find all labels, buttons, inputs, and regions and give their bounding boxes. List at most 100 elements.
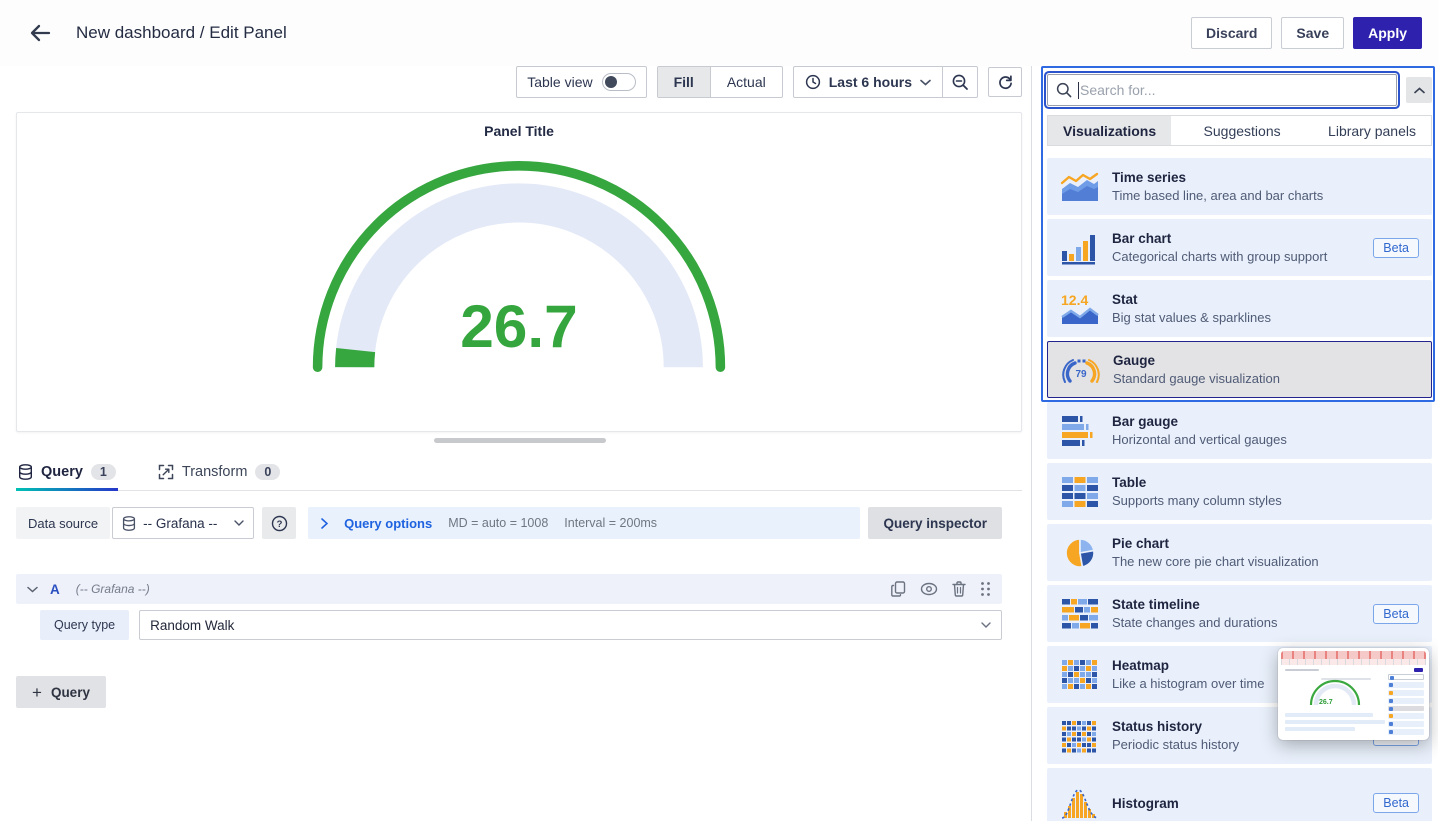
- viz-item-title: Gauge: [1113, 353, 1280, 368]
- viz-item-description: Periodic status history: [1112, 737, 1239, 752]
- datasource-help-button[interactable]: ?: [262, 507, 296, 539]
- viz-item-description: Standard gauge visualization: [1113, 371, 1280, 386]
- visualization-picker-sidebar: Visualizations Suggestions Library panel…: [1031, 66, 1438, 821]
- query-type-value: Random Walk: [150, 618, 234, 633]
- tab-visualizations[interactable]: Visualizations: [1048, 116, 1171, 145]
- chevron-down-icon: [981, 622, 991, 628]
- duplicate-query-icon[interactable]: [891, 581, 906, 597]
- query-options-label: Query options: [344, 516, 432, 531]
- toggle-knob: [605, 76, 617, 88]
- mini-list-row: [1388, 713, 1424, 719]
- mini-apply-button: [1414, 668, 1423, 672]
- arrow-left-icon: [29, 24, 51, 42]
- query-options-bar[interactable]: Query options MD = auto = 1008 Interval …: [308, 507, 860, 539]
- database-icon: [122, 516, 136, 531]
- gauge-visualization: 26.7: [307, 155, 731, 377]
- mini-browser-tabstrip: [1281, 651, 1426, 659]
- mini-list-row: [1388, 698, 1424, 704]
- question-circle-icon: ?: [271, 515, 288, 532]
- time-series-icon: [1060, 170, 1100, 204]
- time-range-label: Last 6 hours: [829, 74, 912, 90]
- edit-panel-main: Table view Fill Actual Last 6 hours: [0, 66, 1031, 821]
- viz-item-table[interactable]: Table Supports many column styles: [1047, 463, 1432, 520]
- chevron-down-icon: [27, 586, 38, 593]
- chevron-up-icon: [1414, 87, 1425, 94]
- tab-transform[interactable]: Transform 0: [156, 454, 282, 490]
- state-timeline-icon: [1060, 597, 1100, 631]
- mini-search: [1388, 674, 1424, 680]
- drag-handle-icon[interactable]: [980, 581, 991, 597]
- transform-count-badge: 0: [255, 464, 280, 480]
- mini-list-row: [1388, 690, 1424, 696]
- table-icon: [1060, 475, 1100, 509]
- viz-item-stat[interactable]: 12.4 Stat Big stat values & sparklines: [1047, 280, 1432, 337]
- viz-item-bar-gauge[interactable]: Bar gauge Horizontal and vertical gauges: [1047, 402, 1432, 459]
- tab-suggestions[interactable]: Suggestions: [1189, 116, 1296, 145]
- search-input[interactable]: [1080, 82, 1388, 98]
- time-range-picker[interactable]: Last 6 hours: [794, 67, 942, 97]
- search-icon: [1056, 82, 1072, 98]
- table-view-toggle[interactable]: [602, 73, 636, 91]
- viz-item-description: Big stat values & sparklines: [1112, 310, 1271, 325]
- page-title: New dashboard / Edit Panel: [76, 23, 287, 43]
- header-actions: Discard Save Apply: [1191, 17, 1422, 49]
- query-inspector-button[interactable]: Query inspector: [868, 507, 1002, 539]
- refresh-button[interactable]: [988, 67, 1022, 97]
- datasource-value: -- Grafana --: [143, 516, 217, 531]
- hide-query-eye-icon[interactable]: [920, 582, 938, 596]
- add-query-button[interactable]: + Query: [16, 676, 106, 708]
- transform-icon: [158, 464, 174, 480]
- apply-button[interactable]: Apply: [1353, 17, 1422, 49]
- viz-item-title: Bar gauge: [1112, 414, 1287, 429]
- query-ref-id: A: [50, 582, 60, 597]
- viz-item-bar-chart[interactable]: Bar chart Categorical charts with group …: [1047, 219, 1432, 276]
- query-count-badge: 1: [91, 464, 116, 480]
- mini-list-row: [1388, 729, 1424, 735]
- delete-query-trash-icon[interactable]: [952, 581, 966, 597]
- save-button[interactable]: Save: [1281, 17, 1344, 49]
- query-tab-label: Query: [41, 464, 83, 480]
- plus-icon: +: [32, 684, 42, 701]
- drag-preview-thumbnail: 26.7: [1278, 648, 1429, 740]
- beta-badge: Beta: [1373, 604, 1419, 624]
- viz-item-time-series[interactable]: Time series Time based line, area and ba…: [1047, 158, 1432, 215]
- max-data-points: MD = auto = 1008: [448, 516, 548, 530]
- mini-browser-addressbar: [1281, 659, 1426, 665]
- viz-item-title: Histogram: [1112, 796, 1179, 811]
- datasource-select[interactable]: -- Grafana --: [112, 507, 254, 539]
- tab-query[interactable]: Query 1: [16, 454, 118, 490]
- panel-preview: Panel Title 26.7: [16, 112, 1022, 432]
- bar-chart-icon: [1060, 231, 1100, 265]
- discard-button[interactable]: Discard: [1191, 17, 1272, 49]
- mini-header-line: [1285, 669, 1319, 671]
- mini-query-bar: [1285, 727, 1355, 731]
- viz-item-title: Status history: [1112, 719, 1239, 734]
- tab-library-panels[interactable]: Library panels: [1313, 116, 1431, 145]
- header: New dashboard / Edit Panel Discard Save …: [0, 0, 1438, 66]
- actual-option[interactable]: Actual: [710, 67, 782, 97]
- gauge-arc: 26.7: [307, 155, 731, 377]
- transform-tab-label: Transform: [182, 464, 248, 480]
- gauge-viz-icon: 79: [1061, 353, 1101, 387]
- back-button[interactable]: [26, 19, 54, 47]
- zoom-out-time-button[interactable]: [943, 67, 977, 97]
- viz-item-state-timeline[interactable]: State timeline State changes and duratio…: [1047, 585, 1432, 642]
- viz-item-gauge[interactable]: 79 Gauge Standard gauge visualization: [1047, 341, 1432, 398]
- mini-query-bar: [1285, 713, 1373, 717]
- mini-gauge-arc: [1305, 673, 1365, 707]
- heatmap-icon: [1060, 658, 1100, 692]
- viz-item-description: Like a histogram over time: [1112, 676, 1264, 691]
- query-type-select[interactable]: Random Walk: [139, 610, 1002, 640]
- chevron-down-icon: [920, 79, 931, 86]
- fill-option[interactable]: Fill: [658, 67, 710, 97]
- database-icon: [18, 464, 33, 480]
- collapse-options-button[interactable]: [1406, 77, 1432, 103]
- query-row-header[interactable]: A (-- Grafana --): [16, 574, 1002, 604]
- status-history-icon: [1060, 719, 1100, 753]
- panel-toolbar: Table view Fill Actual Last 6 hours: [516, 66, 1022, 98]
- viz-item-description: Horizontal and vertical gauges: [1112, 432, 1287, 447]
- mini-gauge-value: 26.7: [1319, 699, 1333, 706]
- viz-item-pie-chart[interactable]: Pie chart The new core pie chart visuali…: [1047, 524, 1432, 581]
- panel-resize-handle[interactable]: [434, 438, 606, 443]
- viz-item-histogram[interactable]: Histogram Beta: [1047, 768, 1432, 821]
